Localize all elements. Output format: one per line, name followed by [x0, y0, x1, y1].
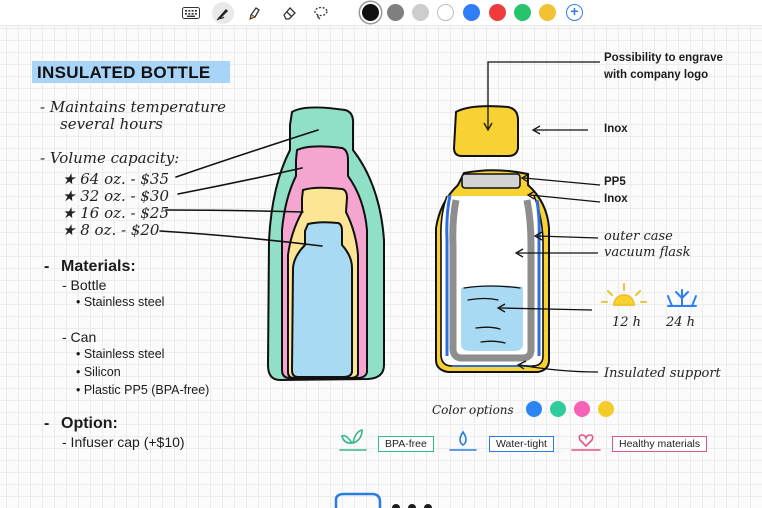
sun-icon — [601, 283, 647, 306]
label-inox-cap: Inox — [604, 123, 628, 135]
label-inox-inner: Inox — [604, 193, 628, 205]
label-12h: 12 h — [612, 315, 642, 330]
nested-bottles-sketch — [159, 106, 385, 382]
label-24h: 24 h — [666, 315, 696, 330]
color-option-dot — [598, 401, 614, 417]
badge-water-tight: Water-tight — [489, 436, 554, 452]
label-engrave-line2: with company logo — [604, 69, 709, 81]
color-option-dot — [550, 401, 566, 417]
loading-dots-icon — [392, 504, 432, 508]
app-logo-icon — [334, 492, 382, 508]
cold-icon — [667, 289, 697, 307]
color-option-dot — [526, 401, 542, 417]
pp5-ring — [461, 173, 521, 189]
badge-bpa-free: BPA-free — [378, 436, 434, 452]
water-drop-icon — [449, 430, 477, 451]
label-vacuum-flask: vacuum flask — [604, 245, 691, 260]
label-pp5: PP5 — [604, 176, 626, 188]
bottle-cross-section-sketch — [435, 105, 550, 373]
heart-icon — [571, 434, 601, 451]
leaf-icon — [339, 428, 367, 451]
label-engrave-line1: Possibility to engrave — [604, 52, 723, 64]
label-insulated-support: Insulated support — [604, 366, 721, 381]
label-outer-case: outer case — [604, 229, 673, 244]
yellow-cap — [452, 105, 519, 157]
color-option-dot — [574, 401, 590, 417]
badge-healthy-materials: Healthy materials — [612, 436, 708, 452]
label-color-options: Color options — [432, 403, 514, 417]
